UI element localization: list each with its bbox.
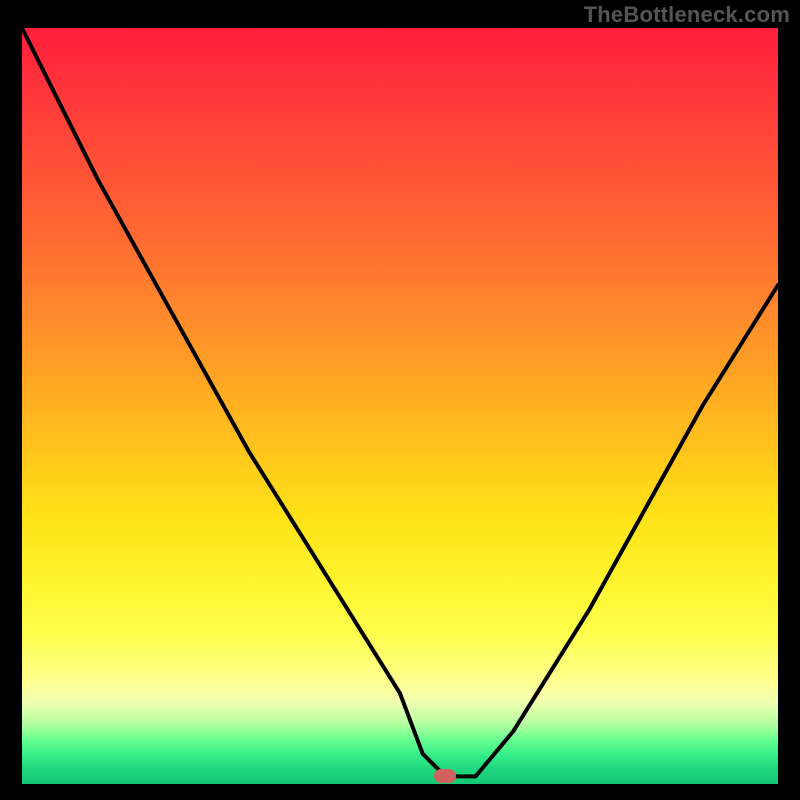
optimal-point-marker bbox=[434, 769, 456, 783]
bottleneck-curve bbox=[22, 28, 778, 784]
watermark-text: TheBottleneck.com bbox=[584, 2, 790, 28]
chart-frame: TheBottleneck.com bbox=[0, 0, 800, 800]
curve-path bbox=[22, 28, 778, 776]
plot-area bbox=[22, 28, 778, 784]
